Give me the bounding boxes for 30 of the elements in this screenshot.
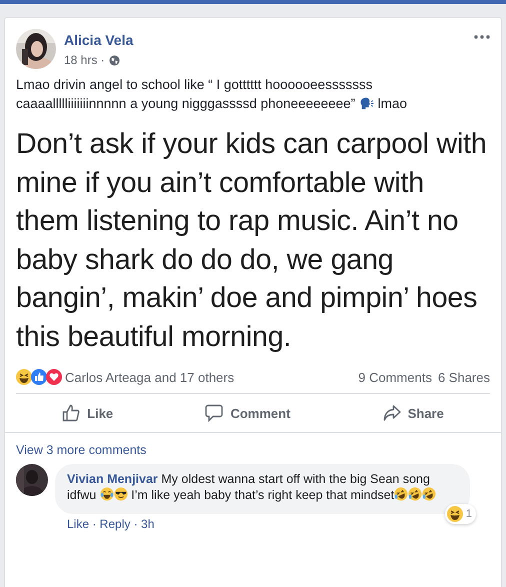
globe-icon	[108, 54, 120, 66]
laughing-reaction-icon	[16, 369, 32, 385]
speaking-head-icon	[359, 97, 374, 110]
comment-actions[interactable]: Like · Reply · 3h	[67, 517, 154, 531]
like-reaction-icon	[31, 369, 47, 385]
share-arrow-icon	[382, 404, 401, 422]
reaction-badge[interactable]: 1	[444, 504, 476, 524]
comment-text: Vivian Menjivar My oldest wanna start off with the big Sean song idfwu I’m like yeah baby that’s right keep that mindset	[67, 471, 458, 503]
commenter-name[interactable]: Vivian Menjivar	[67, 472, 158, 486]
author-name[interactable]: Alicia Vela	[64, 32, 134, 48]
shares-count[interactable]: 6 Shares	[438, 370, 490, 384]
tears-of-joy-icon	[100, 487, 114, 501]
view-more-comments-link[interactable]: View 3 more comments	[16, 443, 146, 457]
laughing-reaction-icon	[446, 506, 463, 522]
rolling-laughing-icon	[422, 487, 436, 501]
share-button[interactable]: Share	[372, 398, 454, 428]
love-reaction-icon	[46, 369, 62, 385]
reactions-summary[interactable]: Carlos Arteaga and 17 others	[65, 370, 234, 384]
post-caption: Lmao drivin angel to school like “ I gotttttt hoooooeesssssss caaaallllliiiiiiinnnnn a young nigggassssd phoneeeeeeee” lmao	[16, 76, 408, 113]
post-time[interactable]: 18 hrs ·	[64, 53, 105, 67]
more-icon[interactable]	[474, 35, 490, 39]
comments-count[interactable]: 9 Comments	[358, 370, 432, 384]
rolling-laughing-icon	[408, 487, 422, 501]
image-text: Don’t ask if your kids can carpool with mine if you ain’t comfortable with them listening to rap music. Ain’t no baby shark do do do, we gang bangin’, makin’ doe and pimpin’ hoes this beautiful morning.	[16, 127, 488, 354]
like-button[interactable]: Like	[52, 398, 124, 428]
rolling-laughing-icon	[394, 487, 408, 501]
sunglasses-face-icon	[114, 487, 128, 501]
comment-button[interactable]: Comment	[195, 398, 300, 428]
speech-bubble-icon	[205, 404, 224, 422]
thumbs-up-icon	[62, 404, 80, 422]
